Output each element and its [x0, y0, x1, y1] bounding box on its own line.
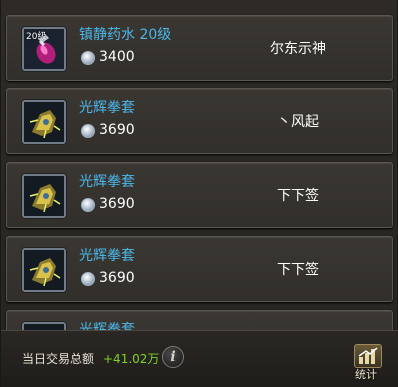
item-price: 3400 [99, 49, 135, 65]
item-name: 镇静药水 20级 [79, 27, 172, 43]
item-name: 光辉拳套 [79, 174, 135, 190]
bar-chart-icon [354, 344, 382, 368]
list-header: — —— [1, 0, 398, 8]
coin-icon [81, 272, 95, 286]
trade-row[interactable]: 20级 镇静药水 20级 3400 尔东示神 [6, 15, 393, 81]
seller-name: 丶风起 [277, 114, 319, 130]
item-price: 3690 [99, 270, 135, 286]
item-name: 光辉拳套 [79, 100, 135, 116]
potion-icon: 20级 [22, 27, 66, 71]
item-price: 3690 [99, 196, 135, 212]
gauntlet-icon [22, 100, 66, 144]
trade-panel: — —— 20级 镇静药水 20级 3400 尔东示神 [0, 0, 398, 387]
trade-row[interactable]: 光辉拳套 3690 下下签 [6, 236, 393, 302]
trade-row[interactable]: 光辉拳套 [6, 310, 393, 330]
stats-button[interactable]: 统计 [354, 344, 382, 381]
seller-name: 下下签 [277, 262, 319, 278]
item-level-badge: 20级 [26, 32, 47, 42]
daily-total-value: +41.02万 [103, 352, 160, 366]
gauntlet-icon [22, 322, 66, 330]
coin-icon [81, 198, 95, 212]
daily-total-label: 当日交易总额 [22, 352, 95, 366]
trade-row[interactable]: 光辉拳套 3690 下下签 [6, 162, 393, 228]
info-icon[interactable]: i [162, 346, 184, 368]
trade-list[interactable]: 20级 镇静药水 20级 3400 尔东示神 光辉拳套 3690 丶风起 光辉拳… [1, 8, 398, 330]
footer-bar: 当日交易总额 +41.02万 i 统计 [1, 330, 398, 387]
seller-name: 下下签 [277, 188, 319, 204]
gauntlet-icon [22, 248, 66, 292]
coin-icon [81, 124, 95, 138]
item-name: 光辉拳套 [79, 322, 135, 330]
coin-icon [81, 51, 95, 65]
item-price: 3690 [99, 122, 135, 138]
header-left: — [25, 0, 37, 5]
trade-row[interactable]: 光辉拳套 3690 丶风起 [6, 88, 393, 154]
gauntlet-icon [22, 174, 66, 218]
item-name: 光辉拳套 [79, 248, 135, 264]
stats-label: 统计 [355, 368, 377, 381]
header-right: —— [269, 0, 293, 5]
seller-name: 尔东示神 [270, 41, 326, 57]
